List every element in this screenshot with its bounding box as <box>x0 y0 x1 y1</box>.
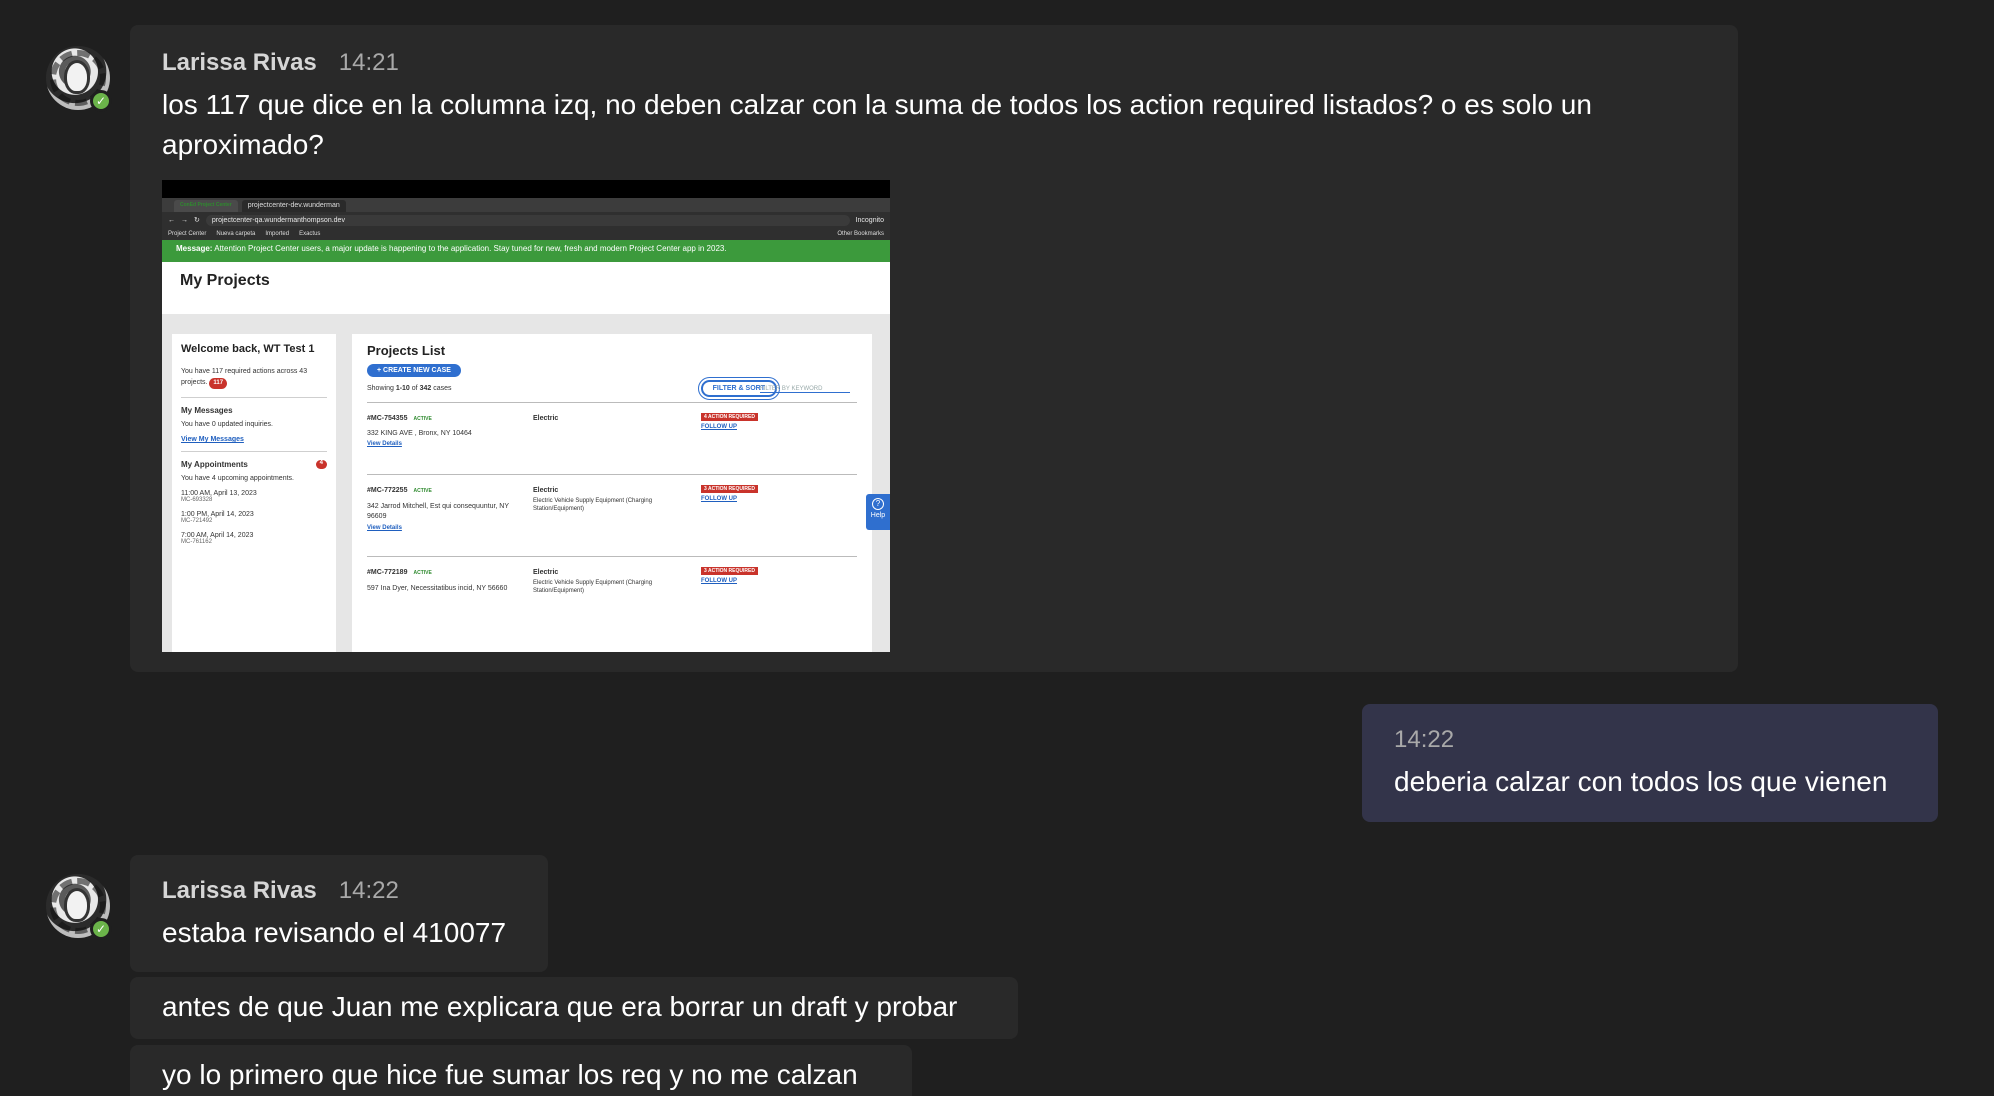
showing-prefix: Showing <box>367 385 394 392</box>
messages-text: You have 0 updated inquiries. <box>181 421 273 428</box>
bookmark: Exactus <box>299 231 321 237</box>
message-text: deberia calzar con todos los que vienen <box>1394 766 1888 797</box>
sender-name[interactable]: Larissa Rivas <box>162 877 317 905</box>
project-row: #MC-772189 ACTIVE 597 Ina Dyer, Necessita… <box>367 556 857 628</box>
message-time: 14:22 <box>338 877 399 904</box>
banner-text: Attention Project Center users, a major … <box>214 244 727 253</box>
browser-tab: ConEd Project Center <box>174 200 238 212</box>
create-case-button: + CREATE NEW CASE <box>367 364 461 377</box>
message-bubble[interactable]: antes de que Juan me explicara que era b… <box>130 977 1018 1039</box>
help-icon: ? <box>872 498 884 510</box>
follow-up-link: FOLLOW UP <box>701 578 737 584</box>
project-id: #MC-754355 <box>367 415 408 422</box>
other-bookmarks: Other Bookmarks <box>837 231 884 237</box>
showing-range: 1-10 <box>395 385 410 392</box>
appointments-count-badge: 4 <box>315 460 327 469</box>
message-time: 14:21 <box>338 49 399 76</box>
message-time: 14:22 <box>1394 726 1455 753</box>
appointments-text: You have 4 upcoming appointments. <box>181 475 294 482</box>
view-details-link: View Details <box>367 441 402 447</box>
project-type: Electric <box>533 569 559 576</box>
appointment-when: 11:00 AM, April 13, 2023 <box>181 490 257 497</box>
bookmark: Nueva carpeta <box>216 231 256 237</box>
project-type: Electric <box>533 487 559 494</box>
message-text: antes de que Juan me explicara que era b… <box>162 991 958 1022</box>
message-bubble-self[interactable]: 14:22 deberia calzar con todos los que v… <box>1362 704 1938 822</box>
messages-title: My Messages <box>181 406 233 415</box>
message-text: yo lo primero que hice fue sumar los req… <box>162 1059 858 1090</box>
project-row: #MC-754355 ACTIVE 332 KING AVE , Bronx, N… <box>367 402 857 474</box>
status-badge: ACTIVE <box>413 416 432 422</box>
project-type: Electric <box>533 415 559 422</box>
status-badge: ACTIVE <box>413 488 432 494</box>
message-bubble[interactable]: Larissa Rivas 14:22 estaba revisando el … <box>130 855 548 972</box>
presence-available-icon: ✓ <box>90 918 112 940</box>
message-text: los 117 que dice en la columna izq, no d… <box>162 89 1592 160</box>
reload-icon: ↻ <box>194 217 200 224</box>
image-attachment[interactable]: ConEd Project Center projectcenter-dev.w… <box>162 180 890 652</box>
banner-label: Message: <box>176 244 213 253</box>
project-subtype: Electric Vehicle Supply Equipment (Charg… <box>533 498 653 512</box>
project-row: #MC-772255 ACTIVE 342 Jarrod Mitchell, Es… <box>367 474 857 556</box>
bookmark: Project Center <box>168 231 207 237</box>
avatar[interactable]: ✓ <box>46 46 112 112</box>
appointment-when: 7:00 AM, April 14, 2023 <box>181 532 254 539</box>
browser-tab: projectcenter-dev.wunderman <box>241 200 346 212</box>
view-messages-link: View My Messages <box>181 436 244 443</box>
showing-of: of <box>411 385 418 392</box>
message-bubble[interactable]: yo lo primero que hice fue sumar los req… <box>130 1045 912 1096</box>
avatar[interactable]: ✓ <box>46 874 112 940</box>
appointment-id: MC-721492 <box>181 518 213 524</box>
project-id: #MC-772189 <box>367 569 408 576</box>
actions-summary: You have 117 required actions across 43 … <box>181 368 308 386</box>
action-required-badge: 4 ACTION REQUIRED <box>701 413 758 421</box>
incognito-label: Incognito <box>855 216 884 224</box>
project-address: 342 Jarrod Mitchell, Est qui consequuntu… <box>367 503 509 520</box>
sidebar-panel: Welcome back, WT Test 1 You have 117 req… <box>172 334 336 652</box>
showing-suffix: cases <box>433 385 452 392</box>
announcement-banner: Message: Attention Project Center users,… <box>162 240 890 262</box>
appointments-title: My Appointments <box>181 460 248 469</box>
view-details-link: View Details <box>367 525 402 531</box>
bookmark: Imported <box>265 231 290 237</box>
message-text: estaba revisando el 410077 <box>162 917 507 948</box>
sender-name[interactable]: Larissa Rivas <box>162 49 317 77</box>
appointment-when: 1:00 PM, April 14, 2023 <box>181 511 254 518</box>
showing-total: 342 <box>419 385 432 392</box>
follow-up-link: FOLLOW UP <box>701 496 737 502</box>
projects-panel: Projects List + CREATE NEW CASE FILTER &… <box>352 334 872 652</box>
project-address: 332 KING AVE , Bronx, NY 10464 <box>367 430 472 437</box>
projects-list-title: Projects List <box>367 343 446 358</box>
help-button: ? Help <box>866 494 890 530</box>
help-label: Help <box>870 512 886 519</box>
presence-available-icon: ✓ <box>90 90 112 112</box>
status-badge: ACTIVE <box>413 570 432 576</box>
action-required-badge: 3 ACTION REQUIRED <box>701 485 758 493</box>
project-address: 597 Ina Dyer, Necessitatibus incid, NY 5… <box>367 585 508 592</box>
url-bar: projectcenter-qa.wundermanthompson.dev <box>205 214 850 226</box>
project-subtype: Electric Vehicle Supply Equipment (Charg… <box>533 580 653 594</box>
back-icon: ← <box>168 216 175 224</box>
forward-icon: → <box>181 216 188 224</box>
page-title: My Projects <box>180 272 270 289</box>
follow-up-link: FOLLOW UP <box>701 424 737 430</box>
filter-keyword-input: FILTER BY KEYWORD <box>760 386 850 393</box>
project-id: #MC-772255 <box>367 487 408 494</box>
appointment-id: MC-693328 <box>181 497 213 503</box>
appointment-id: MC-761162 <box>181 539 212 545</box>
welcome-heading: Welcome back, WT Test 1 <box>181 343 315 355</box>
actions-count-badge: 117 <box>209 378 228 389</box>
action-required-badge: 3 ACTION REQUIRED <box>701 567 758 575</box>
